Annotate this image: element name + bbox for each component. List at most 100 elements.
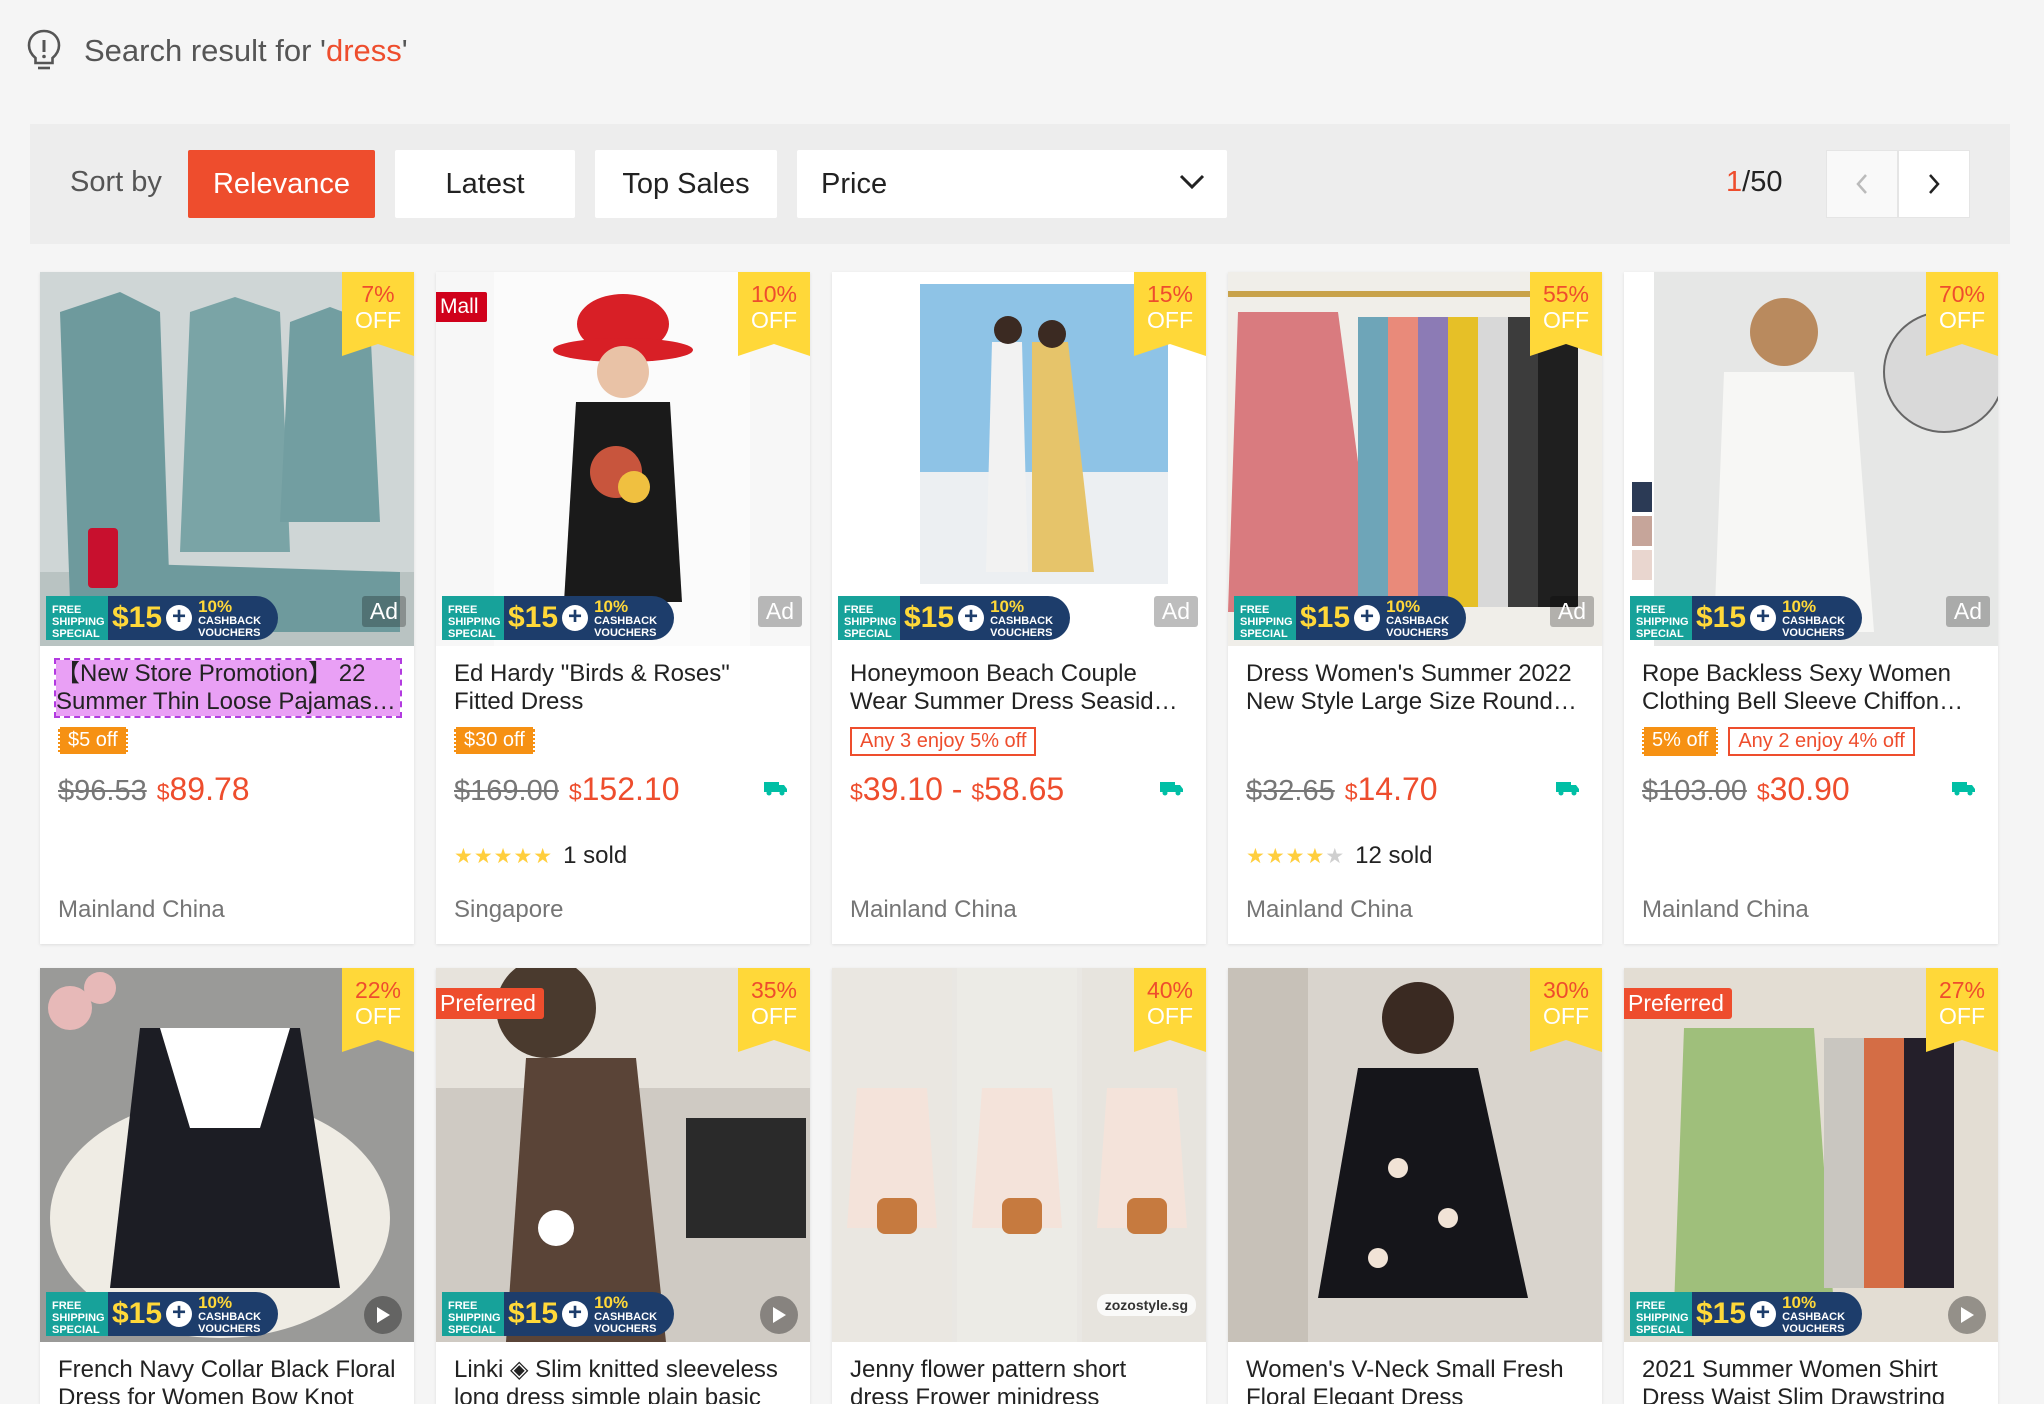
free-shipping-cashback-banner: FREE SHIPPING SPECIAL $15 +10% CASHBACK VOUCHE… [46, 1292, 278, 1336]
product-title[interactable]: 【New Store Promotion】 22 Summer Thin Loo… [54, 658, 402, 718]
current-price: $14.70 [1344, 771, 1438, 807]
product-image[interactable]: 22% OFF FREE SHIPPING SPECIAL $15 +10% CASHBAC… [40, 968, 414, 1342]
discount-badge: 55% OFF [1530, 272, 1602, 356]
product-title[interactable]: Women's V-Neck Small Fresh Floral Elegan… [1246, 1356, 1586, 1404]
product-card[interactable]: Mall 10% OFF Ad FREE SHIPPING SPECIAL $15 +10… [436, 272, 810, 944]
product-location: Singapore [454, 896, 564, 923]
product-image[interactable]: Preferred 27% OFF FREE SHIPPING SPECIAL $15 +… [1624, 968, 1998, 1342]
ad-badge: Ad [1549, 596, 1594, 627]
product-image[interactable]: 7% OFF Ad FREE SHIPPING SPECIAL $15 +10% CASHB… [40, 272, 414, 646]
product-location: Mainland China [1246, 896, 1413, 923]
free-shipping-cashback-banner: FREE SHIPPING SPECIAL $15 +10% CASHBACK VOUCHE… [442, 596, 674, 640]
product-card[interactable]: Preferred 35% OFF FREE SHIPPING SPECIAL $15 +… [436, 968, 810, 1404]
sort-latest-button[interactable]: Latest [395, 150, 575, 218]
rating-row: ★★★★★ 1 sold [454, 842, 627, 870]
product-card[interactable]: 70% OFF Ad FREE SHIPPING SPECIAL $15 +10% CASH… [1624, 272, 1998, 944]
price-sort-select[interactable]: Price [797, 150, 1227, 218]
page-indicator: 1/50 [1726, 166, 1783, 198]
preferred-badge: Preferred [1624, 988, 1732, 1019]
discount-badge: 7% OFF [342, 272, 414, 356]
ad-badge: Ad [1945, 596, 1990, 627]
current-price: $89.78 [156, 771, 250, 807]
chevron-right-icon [1929, 174, 1940, 194]
sort-top-sales-button[interactable]: Top Sales [595, 150, 777, 218]
product-card[interactable]: 15% OFF Ad FREE SHIPPING SPECIAL $15 +10% CASH… [832, 272, 1206, 944]
next-page-button[interactable] [1898, 150, 1970, 218]
promo-tags: 5% off Any 2 enjoy 4% off [1642, 727, 1915, 756]
prev-page-button[interactable] [1826, 150, 1898, 218]
video-play-icon[interactable] [364, 1296, 402, 1334]
free-shipping-truck-icon [1556, 782, 1579, 796]
product-image[interactable]: 70% OFF Ad FREE SHIPPING SPECIAL $15 +10% CASH… [1624, 272, 1998, 646]
product-image[interactable]: 15% OFF Ad FREE SHIPPING SPECIAL $15 +10% CASH… [832, 272, 1206, 646]
free-shipping-cashback-banner: FREE SHIPPING SPECIAL $15 +10% CASHBACK VOUCHE… [442, 1292, 674, 1336]
video-play-icon[interactable] [760, 1296, 798, 1334]
product-card[interactable]: Preferred 27% OFF FREE SHIPPING SPECIAL $15 +… [1624, 968, 1998, 1404]
product-title[interactable]: Ed Hardy "Birds & Roses" Fitted Dress [454, 660, 794, 716]
chevron-left-icon [1856, 174, 1867, 194]
discount-badge: 27% OFF [1926, 968, 1998, 1052]
video-play-icon[interactable] [1948, 1296, 1986, 1334]
sort-by-label: Sort by [70, 166, 162, 198]
product-image[interactable]: 30% OFF [1228, 968, 1602, 1342]
price-row: $103.00 $30.90 [1642, 771, 1850, 808]
price-range: $39.10 - $58.65 [850, 771, 1065, 807]
free-shipping-cashback-banner: FREE SHIPPING SPECIAL $15 +10% CASHBACK VOUCHE… [1630, 596, 1862, 640]
current-price: $152.10 [568, 771, 680, 807]
voucher-tag: $5 off [58, 727, 128, 754]
promo-tags: $30 off [454, 727, 535, 754]
mall-badge: Mall [436, 292, 487, 322]
sold-count: 1 sold [563, 842, 628, 869]
discount-badge: 40% OFF [1134, 968, 1206, 1052]
product-title[interactable]: Linki ◈ Slim knitted sleeveless long dre… [454, 1356, 794, 1404]
product-title[interactable]: French Navy Collar Black Floral Dress fo… [58, 1356, 398, 1404]
product-location: Mainland China [850, 896, 1017, 923]
promo-tags: Any 3 enjoy 5% off [850, 727, 1037, 756]
product-card[interactable]: 30% OFF Women's V-Neck Small Fresh Floral… [1228, 968, 1602, 1404]
product-image[interactable]: Mall 10% OFF Ad FREE SHIPPING SPECIAL $15 +10… [436, 272, 810, 646]
free-shipping-truck-icon [1952, 782, 1975, 796]
ad-badge: Ad [361, 596, 406, 627]
product-location: Mainland China [1642, 896, 1809, 923]
product-card[interactable]: 22% OFF FREE SHIPPING SPECIAL $15 +10% CASHBAC… [40, 968, 414, 1404]
product-title[interactable]: Dress Women's Summer 2022 New Style Larg… [1246, 660, 1586, 716]
star-rating: ★★★★★ [454, 844, 554, 868]
product-title[interactable]: Rope Backless Sexy Women Clothing Bell S… [1642, 660, 1982, 716]
product-image[interactable]: 55% OFF Ad FREE SHIPPING SPECIAL $15 +10% CASH… [1228, 272, 1602, 646]
product-card[interactable]: 7% OFF Ad FREE SHIPPING SPECIAL $15 +10% CASHB… [40, 272, 414, 944]
search-result-text: Search result for 'dress' [84, 33, 408, 68]
current-price: $30.90 [1756, 771, 1850, 807]
search-keyword: dress [325, 33, 402, 68]
chevron-down-icon [1179, 174, 1205, 190]
free-shipping-truck-icon [1160, 782, 1183, 796]
rating-row: ★★★★★ 12 sold [1246, 842, 1433, 870]
promo-tags: $5 off [58, 727, 128, 754]
lightbulb-icon [27, 29, 61, 70]
discount-badge: 15% OFF [1134, 272, 1206, 356]
sort-bar: Sort by Relevance Latest Top Sales Price… [30, 124, 2010, 244]
discount-badge: 22% OFF [342, 968, 414, 1052]
product-title[interactable]: Jenny flower pattern short dress Frower … [850, 1356, 1190, 1404]
product-image[interactable]: 40% OFF zozostyle.sg [832, 968, 1206, 1342]
product-card[interactable]: 55% OFF Ad FREE SHIPPING SPECIAL $15 +10% CASH… [1228, 272, 1602, 944]
sold-count: 12 sold [1355, 842, 1433, 869]
price-row: $96.53 $89.78 [58, 771, 250, 808]
price-row: $32.65 $14.70 [1246, 771, 1438, 808]
original-price: $96.53 [58, 775, 147, 807]
discount-badge: 35% OFF [738, 968, 810, 1052]
ad-badge: Ad [757, 596, 802, 627]
ad-badge: Ad [1153, 596, 1198, 627]
product-card[interactable]: 40% OFF zozostyle.sg Jenny flower pattern… [832, 968, 1206, 1404]
free-shipping-cashback-banner: FREE SHIPPING SPECIAL $15 +10% CASHBACK VOUCHE… [1234, 596, 1466, 640]
free-shipping-truck-icon [764, 782, 787, 796]
free-shipping-cashback-banner: FREE SHIPPING SPECIAL $15 +10% CASHBACK VOUCHE… [1630, 1292, 1862, 1336]
product-image[interactable]: Preferred 35% OFF FREE SHIPPING SPECIAL $15 +… [436, 968, 810, 1342]
product-title[interactable]: 2021 Summer Women Shirt Dress Waist Slim… [1642, 1356, 1982, 1404]
sort-relevance-button[interactable]: Relevance [188, 150, 375, 218]
voucher-tag: $30 off [454, 727, 535, 754]
preferred-badge: Preferred [436, 988, 544, 1019]
price-row: $169.00 $152.10 [454, 771, 680, 808]
free-shipping-cashback-banner: FREE SHIPPING SPECIAL $15 +10% CASHBACK VOUCHE… [46, 596, 278, 640]
discount-badge: 30% OFF [1530, 968, 1602, 1052]
product-title[interactable]: Honeymoon Beach Couple Wear Summer Dress… [850, 660, 1190, 716]
